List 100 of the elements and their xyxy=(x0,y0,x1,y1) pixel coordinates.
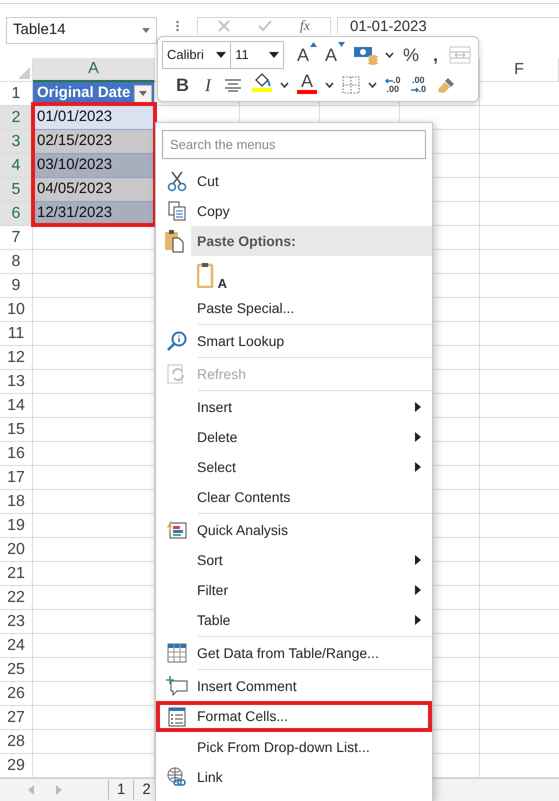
money-icon xyxy=(352,45,379,65)
chevron-down-icon xyxy=(368,82,377,88)
row-header[interactable]: 2 xyxy=(0,106,33,130)
row-header[interactable]: 13 xyxy=(0,370,33,394)
comma-button[interactable]: , xyxy=(426,42,444,68)
row-header[interactable]: 9 xyxy=(0,274,33,298)
row-header[interactable]: 7 xyxy=(0,226,33,250)
name-box-value: Table14 xyxy=(13,20,66,40)
bold-button[interactable]: B xyxy=(170,72,195,98)
font-color-button[interactable]: A xyxy=(294,72,320,98)
grow-font-button[interactable]: A xyxy=(294,42,320,68)
align-center-icon xyxy=(224,78,242,92)
table-icon xyxy=(166,643,186,663)
row-header[interactable]: 20 xyxy=(0,538,33,562)
font-size-box-value: 11 xyxy=(235,46,249,64)
row-header[interactable]: 4 xyxy=(0,154,33,178)
percent-button[interactable]: % xyxy=(396,42,425,68)
italic-button[interactable]: I xyxy=(199,72,217,98)
font-size-box[interactable]: 11 xyxy=(230,41,284,69)
borders-icon xyxy=(342,76,360,94)
insert-function-button[interactable]: fx xyxy=(300,20,310,34)
menu-item[interactable]: Format Cells... xyxy=(156,701,432,732)
table-cell[interactable]: 04/05/2023 xyxy=(33,178,155,202)
copy-icon xyxy=(168,201,186,221)
decrease-decimal-button[interactable]: .00 .0 xyxy=(408,72,430,98)
menu-item[interactable]: Paste Special... xyxy=(156,293,432,323)
paste-values-button[interactable]: A xyxy=(197,260,227,290)
row-header[interactable]: 10 xyxy=(0,298,33,322)
corner-triangle-icon xyxy=(18,67,30,79)
row-header[interactable]: 18 xyxy=(0,490,33,514)
row-header[interactable]: 24 xyxy=(0,634,33,658)
menu-item[interactable]: Insert Comment xyxy=(156,671,432,701)
formula-field[interactable]: 01-01-2023 xyxy=(337,17,559,34)
format-cells-icon xyxy=(168,706,186,726)
increase-decimal-button[interactable]: .0 .00 xyxy=(382,72,404,98)
quick-analysis-icon xyxy=(166,521,186,539)
column-header[interactable]: A xyxy=(33,58,155,82)
row-header[interactable]: 11 xyxy=(0,322,33,346)
row-header[interactable]: 22 xyxy=(0,586,33,610)
menu-item[interactable]: Link xyxy=(156,762,432,792)
row-header[interactable]: 12 xyxy=(0,346,33,370)
row-header[interactable]: 14 xyxy=(0,394,33,418)
menu-item[interactable]: Quick Analysis xyxy=(156,515,432,545)
caret-down-icon xyxy=(338,42,345,47)
row-header[interactable]: 26 xyxy=(0,682,33,706)
section-header: Paste Options: xyxy=(191,226,432,256)
table-cell[interactable]: 03/10/2023 xyxy=(33,154,155,178)
clipboard-icon xyxy=(164,229,184,253)
menu-item[interactable]: Pick From Drop-down List... xyxy=(156,732,432,762)
chevron-down-icon xyxy=(280,82,289,88)
check-icon[interactable] xyxy=(258,20,272,32)
menu-item[interactable]: Table xyxy=(156,605,432,635)
merge-cells-icon xyxy=(449,46,471,64)
shrink-font-button[interactable]: A xyxy=(322,42,348,68)
dropdown-caret-icon xyxy=(142,28,150,33)
row-header[interactable]: 3 xyxy=(0,130,33,154)
more-icon[interactable] xyxy=(176,20,178,32)
row-header[interactable]: 21 xyxy=(0,562,33,586)
menu-item[interactable]: Sort xyxy=(156,545,432,575)
menu-item[interactable]: Get Data from Table/Range... xyxy=(156,638,432,668)
row-header[interactable]: 8 xyxy=(0,250,33,274)
row-header[interactable]: 16 xyxy=(0,442,33,466)
row-header[interactable]: 17 xyxy=(0,466,33,490)
column-title: Original Date xyxy=(37,83,130,104)
filter-button[interactable] xyxy=(134,84,152,102)
row-header[interactable]: 5 xyxy=(0,178,33,202)
smart-lookup-icon xyxy=(166,331,186,351)
table-cell[interactable]: 02/15/2023 xyxy=(33,130,155,154)
menu-item[interactable]: Cut xyxy=(156,166,432,196)
font-name-box[interactable]: Calibri xyxy=(162,41,232,69)
table-cell[interactable]: 01/01/2023 xyxy=(33,106,155,130)
menu-item[interactable]: Select xyxy=(156,452,432,482)
row-header[interactable]: 27 xyxy=(0,706,33,730)
refresh-icon xyxy=(166,364,186,384)
paintbrush-icon xyxy=(436,76,456,94)
menu-item[interactable]: Delete xyxy=(156,422,432,452)
link-icon xyxy=(166,767,186,787)
row-header[interactable]: 25 xyxy=(0,658,33,682)
row-header[interactable]: 23 xyxy=(0,610,33,634)
sheet-tab[interactable]: 1 xyxy=(108,780,134,800)
menu-item[interactable]: Copy xyxy=(156,196,432,226)
row-header[interactable]: 6 xyxy=(0,202,33,226)
row-header[interactable]: 28 xyxy=(0,730,33,754)
scissors-icon xyxy=(166,170,188,192)
row-header[interactable]: 15 xyxy=(0,418,33,442)
menu-item[interactable]: Smart Lookup xyxy=(156,326,432,356)
caret-up-icon xyxy=(310,42,317,47)
menu-item[interactable]: Insert xyxy=(156,392,432,422)
name-box[interactable]: Table14 xyxy=(6,17,157,44)
chevron-down-icon xyxy=(325,82,334,88)
search-field[interactable]: Search the menus xyxy=(162,130,426,159)
font-name-box-value: Calibri xyxy=(167,46,204,64)
arrow-icon xyxy=(385,78,393,84)
comment-icon xyxy=(166,676,188,696)
menu-item[interactable]: Clear Contents xyxy=(156,482,432,512)
row-header[interactable]: 19 xyxy=(0,514,33,538)
arrow-icon xyxy=(410,86,419,92)
menu-item[interactable]: Filter xyxy=(156,575,432,605)
dropdown-caret-icon xyxy=(139,91,147,96)
chevron-down-icon xyxy=(384,52,394,58)
